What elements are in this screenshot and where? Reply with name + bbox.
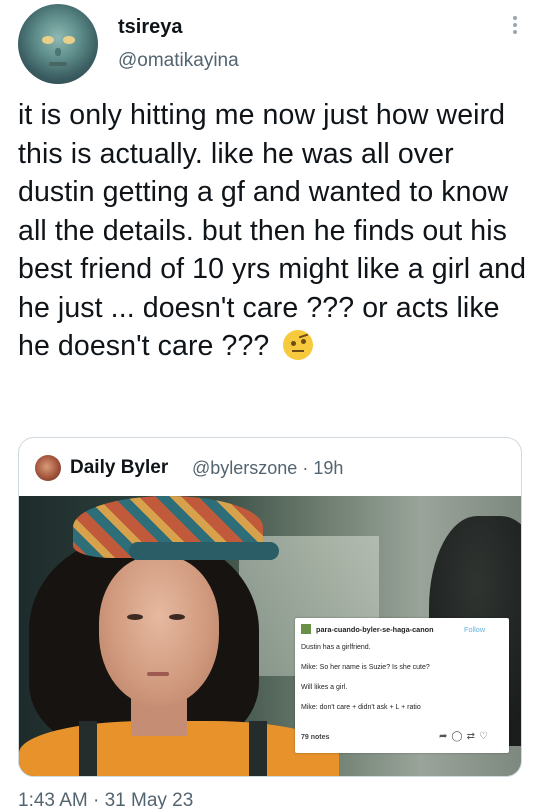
raised-eyebrow-emoji-icon (283, 330, 314, 360)
tweet-text: it is only hitting me now just how weird… (18, 99, 527, 362)
comment-icon: ◯ (451, 731, 467, 742)
quoted-author-avatar[interactable] (35, 455, 61, 481)
backpack-strap (79, 721, 97, 776)
tumblr-line: Mike: don't care + didn't ask + L + rati… (301, 704, 421, 711)
heart-icon: ♡ (478, 731, 492, 742)
tumblr-username: para-cuando-byler-se-haga-canon (316, 625, 434, 634)
avatar-eye (63, 36, 75, 44)
tumblr-follow: Follow (464, 625, 486, 634)
tweet-body: it is only hitting me now just how weird… (18, 96, 528, 366)
avatar-mouth (49, 62, 67, 66)
tumblr-post-overlay: para-cuando-byler-se-haga-canon Follow D… (295, 618, 509, 753)
author-display-name[interactable]: tsireya (118, 16, 183, 39)
quoted-author-handle-time: @bylerszone · 19h (192, 458, 344, 478)
tumblr-line: Dustin has a girlfriend. (301, 644, 371, 651)
tumblr-avatar (301, 624, 311, 634)
quoted-media-image[interactable]: para-cuando-byler-se-haga-canon Follow D… (19, 496, 521, 776)
hat-brim (129, 542, 279, 560)
quoted-tweet-card[interactable]: Daily Byler @bylerszone · 19h para-cuand… (18, 437, 522, 777)
author-avatar[interactable] (18, 4, 98, 84)
tumblr-line: Mike: So her name is Suzie? Is she cute? (301, 664, 430, 671)
reblog-icon: ⇄ (466, 731, 479, 742)
avatar-eye (42, 36, 54, 44)
subject-eye (127, 614, 143, 620)
backpack-strap (249, 721, 267, 776)
avatar-nose (55, 48, 61, 56)
subject-face (99, 556, 219, 706)
more-vertical-icon[interactable] (505, 16, 525, 40)
quoted-author-name[interactable]: Daily Byler (70, 457, 168, 479)
subject-eye (169, 614, 185, 620)
tumblr-notes: 79 notes (301, 734, 330, 741)
tumblr-action-icons: ➦◯⇄♡ (439, 731, 492, 742)
tumblr-line: Will likes a girl. (301, 684, 348, 691)
share-icon: ➦ (439, 731, 452, 742)
subject-mouth (147, 672, 169, 676)
author-handle[interactable]: @omatikayina (118, 50, 239, 72)
tweet-timestamp[interactable]: 1:43 AM · 31 May 23 (18, 790, 193, 809)
